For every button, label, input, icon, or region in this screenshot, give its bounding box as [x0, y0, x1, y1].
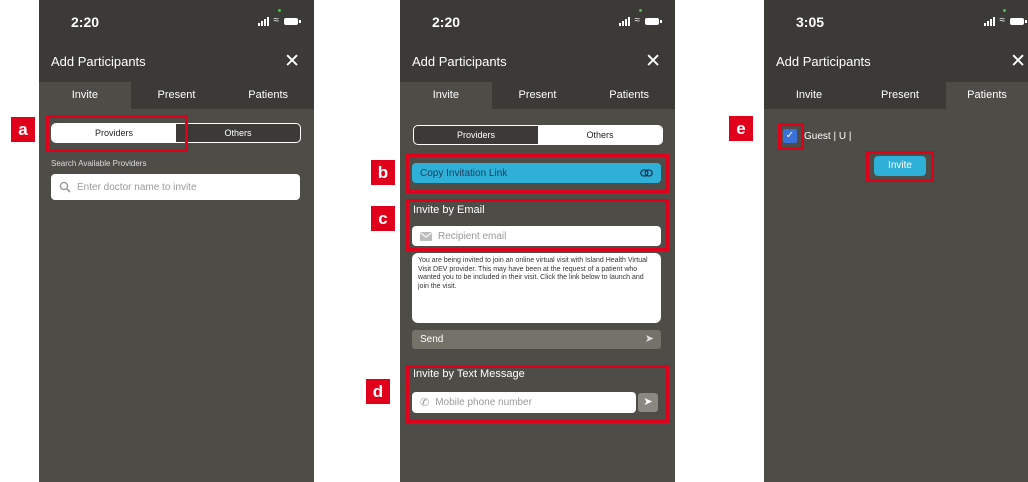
tab-patients[interactable]: Patients	[946, 82, 1028, 109]
highlight-box-e-checkbox	[778, 123, 804, 150]
annotation-label-e: e	[729, 116, 753, 141]
page-title: Add Participants	[776, 54, 871, 69]
tab-invite[interactable]: Invite	[400, 82, 492, 109]
wifi-icon: ≈	[999, 15, 1006, 26]
battery-icon	[645, 17, 662, 25]
highlight-box-d	[406, 365, 669, 423]
phone-screen-providers: 2:20 ≈ Add Participants ✕ Invite Present…	[39, 0, 314, 482]
active-indicator-dot	[278, 9, 281, 12]
tab-present[interactable]: Present	[131, 82, 223, 109]
segment-providers[interactable]: Providers	[414, 126, 538, 144]
close-icon[interactable]: ✕	[1010, 50, 1026, 73]
battery-icon	[1010, 17, 1027, 25]
tab-invite[interactable]: Invite	[39, 82, 131, 109]
send-arrow-icon: ➤	[644, 333, 654, 345]
close-icon[interactable]: ✕	[284, 50, 300, 73]
signal-icon	[257, 16, 269, 26]
search-placeholder: Enter doctor name to invite	[77, 181, 197, 193]
signal-icon	[618, 16, 630, 26]
highlight-box-c	[406, 199, 669, 251]
tab-patients[interactable]: Patients	[222, 82, 314, 109]
status-bar: 3:05 ≈	[764, 0, 1028, 44]
status-icons: ≈	[618, 15, 662, 26]
annotation-label-d: d	[366, 379, 390, 404]
highlight-box-b	[406, 154, 669, 193]
status-time: 2:20	[432, 14, 461, 30]
signal-icon	[983, 16, 995, 26]
segment-others[interactable]: Others	[176, 124, 300, 142]
highlight-box-a	[46, 115, 188, 152]
wifi-icon: ≈	[273, 15, 280, 26]
segment-others[interactable]: Others	[538, 126, 662, 144]
active-indicator-dot	[639, 9, 642, 12]
annotation-label-c: c	[371, 206, 395, 231]
wifi-icon: ≈	[634, 15, 641, 26]
invitation-message-textarea[interactable]: You are being invited to join an online …	[412, 253, 661, 323]
status-bar: 2:20 ≈	[39, 0, 314, 44]
header-bar: Add Participants ✕	[39, 44, 314, 82]
phone-screen-patients: 3:05 ≈ Add Participants ✕ Invite Present…	[764, 0, 1028, 482]
status-icons: ≈	[983, 15, 1027, 26]
search-icon	[59, 181, 71, 193]
annotation-label-b: b	[371, 160, 395, 185]
search-label: Search Available Providers	[51, 159, 147, 168]
tab-patients[interactable]: Patients	[583, 82, 675, 109]
send-label: Send	[420, 334, 444, 345]
search-input[interactable]: Enter doctor name to invite	[51, 174, 300, 200]
battery-icon	[284, 17, 301, 25]
tab-invite[interactable]: Invite	[764, 82, 854, 109]
tab-present[interactable]: Present	[854, 82, 946, 109]
status-time: 2:20	[71, 14, 100, 30]
tab-present[interactable]: Present	[492, 82, 584, 109]
segment-toggle: Providers Others	[413, 125, 663, 145]
guest-participant-label: Guest | U |	[804, 131, 852, 142]
status-time: 3:05	[796, 14, 825, 30]
tab-bar: Invite Present Patients	[764, 82, 1028, 109]
page-title: Add Participants	[412, 54, 507, 69]
highlight-box-e-invite	[866, 151, 934, 182]
header-bar: Add Participants ✕	[764, 44, 1028, 82]
active-indicator-dot	[1003, 9, 1006, 12]
status-bar: 2:20 ≈	[400, 0, 675, 44]
close-icon[interactable]: ✕	[645, 50, 661, 73]
status-icons: ≈	[257, 15, 301, 26]
tab-bar: Invite Present Patients	[400, 82, 675, 109]
header-bar: Add Participants ✕	[400, 44, 675, 82]
send-email-button[interactable]: Send ➤	[412, 330, 661, 349]
annotation-label-a: a	[11, 117, 35, 142]
tab-bar: Invite Present Patients	[39, 82, 314, 109]
page-title: Add Participants	[51, 54, 146, 69]
